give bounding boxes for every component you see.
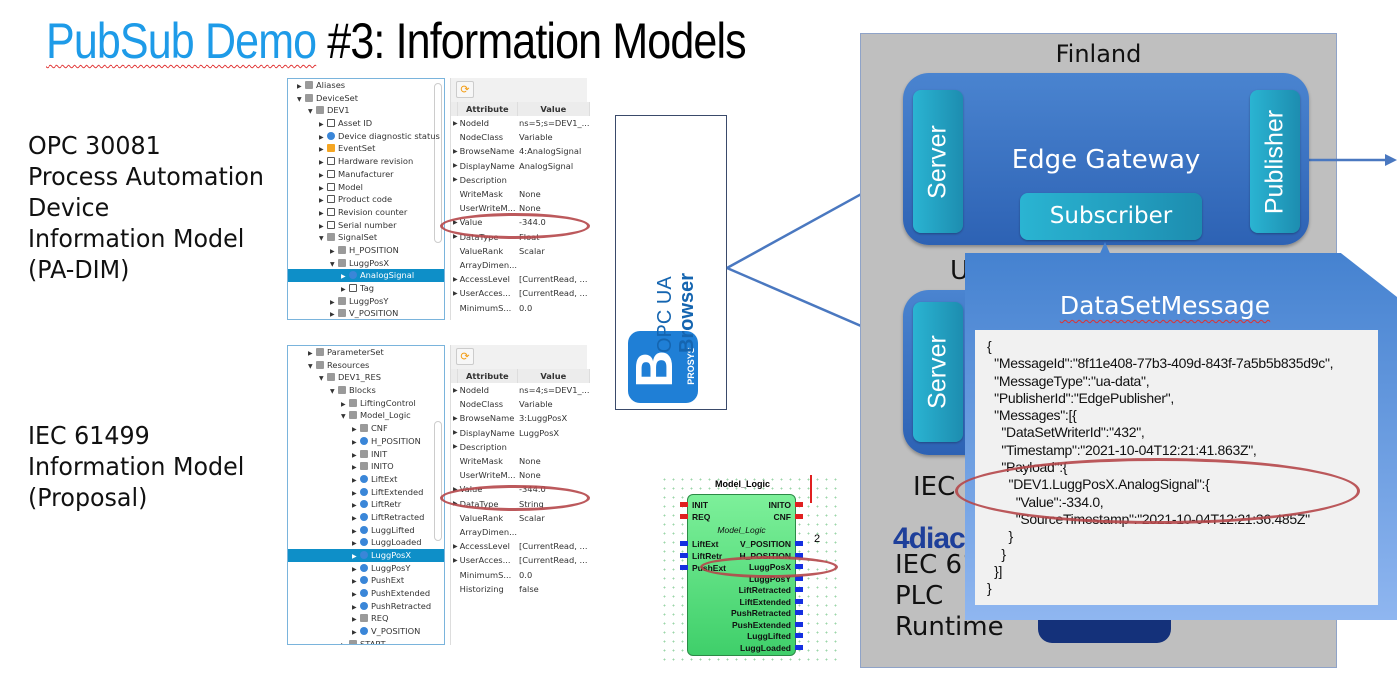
fb-port-event_out[interactable]: INITO — [768, 500, 791, 510]
port-connector-icon — [795, 621, 803, 627]
subscriber-block: Subscriber — [1020, 193, 1202, 240]
port-connector-icon — [680, 565, 688, 570]
port-connector-icon — [795, 514, 803, 519]
port-connector-icon — [680, 514, 688, 519]
port-connector-icon — [795, 598, 803, 604]
port-connector-icon — [680, 502, 688, 507]
port-connector-icon — [795, 633, 803, 638]
fb-port-event_out[interactable]: CNF — [774, 512, 791, 522]
highlight-ellipse — [955, 458, 1360, 524]
port-connector-icon — [795, 502, 803, 507]
fb-port-data_out[interactable]: LiftExtended — [740, 597, 791, 607]
fb-port-data_out[interactable]: LuggLoaded — [740, 643, 791, 653]
port-connector-icon — [795, 610, 803, 615]
fb-port-data_in[interactable]: LiftExt — [692, 539, 718, 549]
fb-port-data_out[interactable]: LiftRetracted — [739, 585, 791, 595]
fb-port-event_in[interactable]: INIT — [692, 500, 708, 510]
edge-gateway: Server Publisher Edge Gateway Subscriber — [903, 73, 1309, 245]
port-connector-icon — [795, 541, 803, 546]
fb-port-event_in[interactable]: REQ — [692, 512, 710, 522]
highlight-ellipse — [700, 556, 838, 578]
fb-port-data_out[interactable]: PushExtended — [732, 620, 791, 630]
publish-arrow — [1309, 154, 1397, 166]
server-block: Server — [913, 302, 963, 442]
fb-port-data_out[interactable]: PushRetracted — [731, 608, 791, 618]
port-connector-icon — [680, 553, 688, 558]
fb-port-data_out[interactable]: V_POSITION — [740, 539, 791, 549]
port-connector-icon — [795, 644, 803, 650]
port-connector-icon — [680, 541, 688, 546]
fb-port-data_out[interactable]: LuggLifted — [747, 631, 791, 641]
port-connector-icon — [795, 587, 803, 592]
